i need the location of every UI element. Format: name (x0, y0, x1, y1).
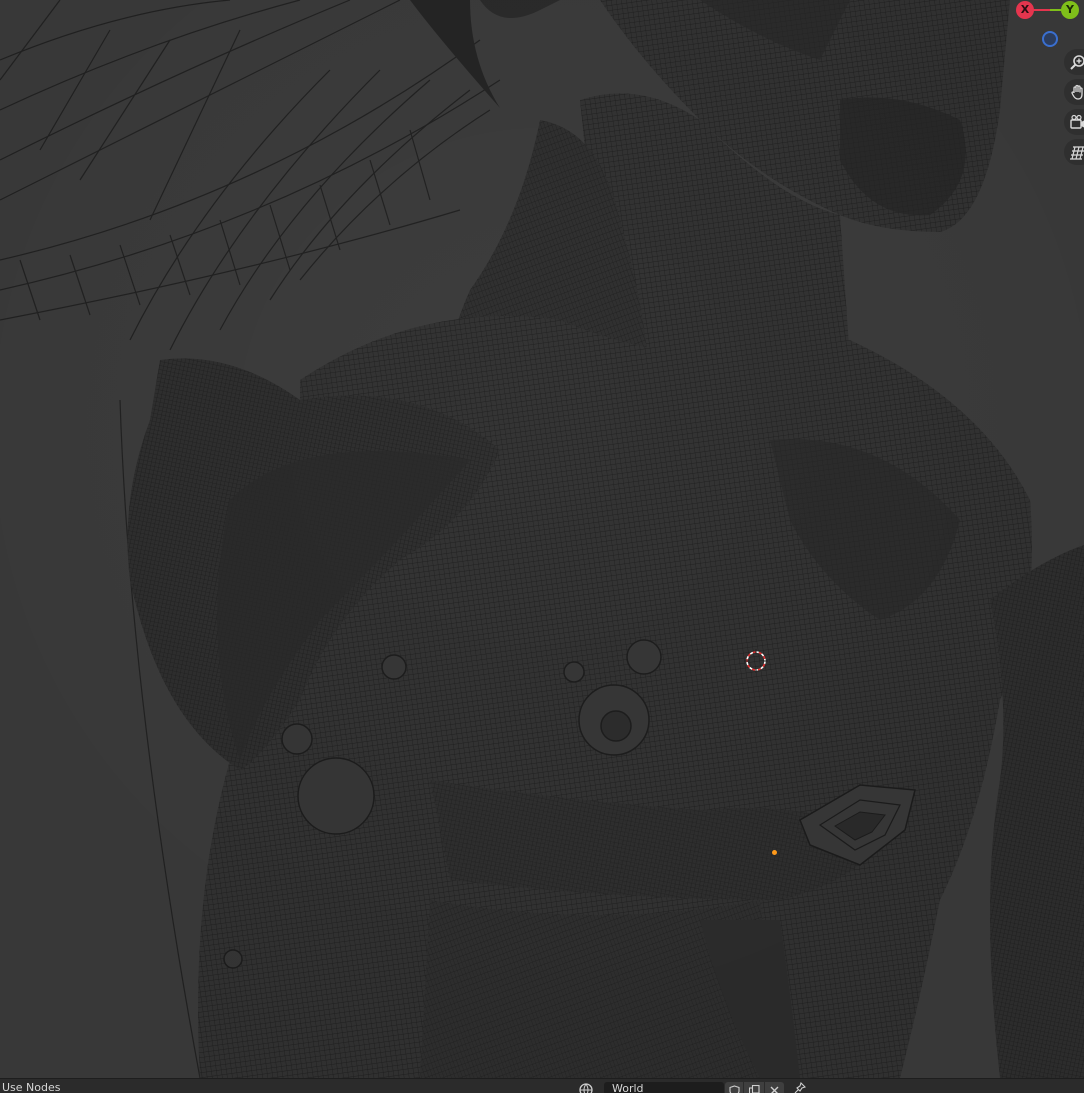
grid-ortho-icon (1070, 146, 1084, 160)
world-datablock-field[interactable]: World (604, 1082, 724, 1093)
3d-viewport[interactable]: X Y (0, 0, 1084, 1078)
3d-cursor (744, 649, 768, 673)
pin-icon[interactable] (794, 1082, 806, 1093)
duplicate-world-button[interactable] (744, 1082, 764, 1093)
camera-icon (1070, 114, 1084, 129)
world-name: World (612, 1082, 644, 1093)
sculpt-mesh-wireframe[interactable] (0, 0, 1084, 1078)
gizmo-y-axis[interactable]: Y (1061, 1, 1079, 19)
ortho-toggle-button[interactable] (1064, 139, 1084, 165)
gizmo-negative-z-axis[interactable] (1042, 31, 1058, 47)
camera-view-button[interactable] (1064, 109, 1084, 135)
gizmo-x-axis[interactable]: X (1016, 1, 1034, 19)
zoom-icon (1070, 55, 1084, 70)
close-icon (770, 1086, 779, 1093)
use-nodes-label[interactable]: Use Nodes (2, 1081, 61, 1093)
blender-window: X Y Use Nodes World (0, 0, 1084, 1093)
duplicate-icon (748, 1084, 760, 1093)
node-editor-header: Use Nodes World (0, 1078, 1084, 1093)
pan-button[interactable] (1064, 79, 1084, 105)
unlink-world-button[interactable] (765, 1082, 784, 1093)
shield-fake-user-icon (728, 1084, 740, 1093)
world-icon[interactable] (578, 1082, 594, 1093)
fake-user-button[interactable] (725, 1082, 743, 1093)
hand-pan-icon (1071, 84, 1083, 100)
object-origin-dot (772, 850, 777, 855)
zoom-button[interactable] (1064, 49, 1084, 75)
